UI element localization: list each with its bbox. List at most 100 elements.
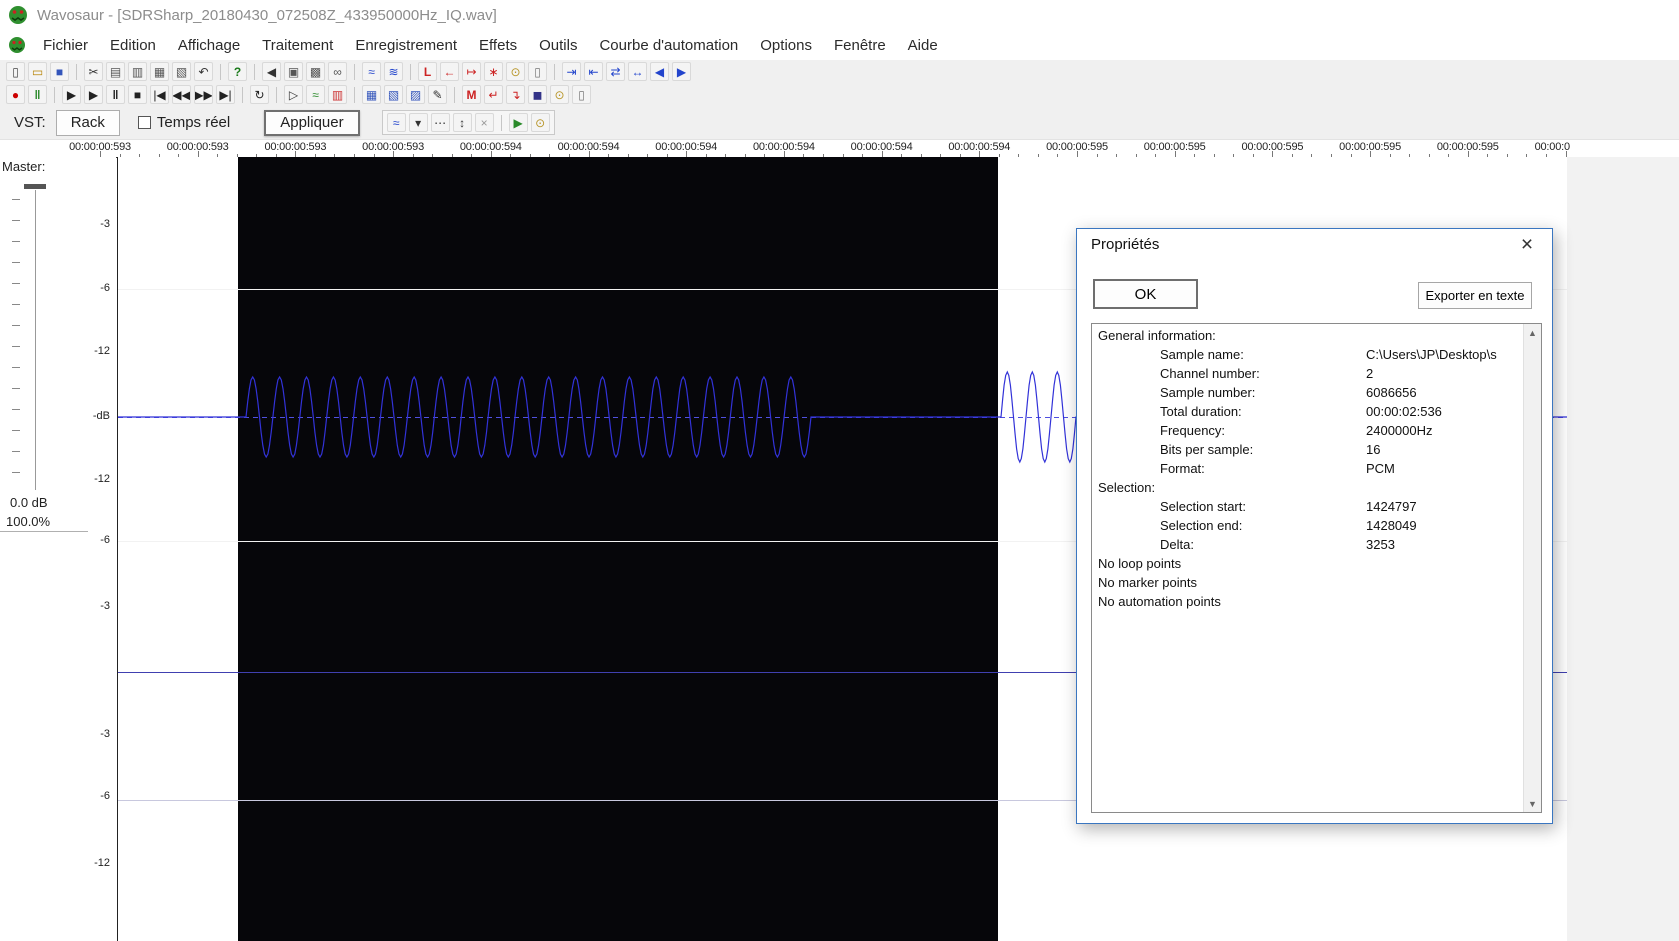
volume-icon[interactable]: ◀ (262, 62, 281, 81)
dialog-title-bar[interactable]: Propriétés × (1077, 229, 1552, 261)
rack-button[interactable]: Rack (55, 109, 120, 136)
statistics-icon[interactable]: ≈ (306, 85, 325, 104)
master-tick (12, 304, 20, 305)
ok-button[interactable]: OK (1093, 279, 1198, 309)
vst-play-icon[interactable]: ▶ (508, 113, 528, 132)
menu-item-options[interactable]: Options (749, 33, 823, 58)
open-file-icon[interactable]: ▭ (28, 62, 47, 81)
menu-item-enregistrement[interactable]: Enregistrement (344, 33, 468, 58)
silence-icon[interactable]: ▦ (362, 85, 381, 104)
stop-icon[interactable]: ■ (128, 85, 147, 104)
new-file-icon[interactable]: ▯ (6, 62, 25, 81)
zoom-out-h-icon[interactable]: ⇤ (584, 62, 603, 81)
vst-lock-icon[interactable]: ⊙ (530, 113, 550, 132)
toolbar-separator (54, 86, 55, 103)
close-vst-icon[interactable]: × (474, 113, 494, 132)
property-label: Selection: (1098, 480, 1156, 495)
properties-row: Bits per sample: 16 (1092, 442, 1541, 461)
zoom-all-icon[interactable]: ↔ (628, 62, 647, 81)
title-bar: Wavosaur - [SDRSharp_20180430_072508Z_43… (0, 0, 1679, 30)
cursor-right-icon[interactable]: ↦ (462, 62, 481, 81)
master-slider-track[interactable] (35, 190, 36, 490)
lock-icon[interactable]: ⊙ (506, 62, 525, 81)
pause-icon[interactable]: ‖ (106, 85, 125, 104)
goto-start-icon[interactable]: |◀ (150, 85, 169, 104)
master-slider-thumb[interactable] (24, 184, 46, 189)
lock2-icon[interactable]: ⊙ (550, 85, 569, 104)
zoom-wave-in-icon[interactable]: ≈ (362, 62, 381, 81)
menu-item-fichier[interactable]: Fichier (32, 33, 99, 58)
menu-items: Fichier Edition Affichage Traitement Enregis… (32, 33, 949, 58)
marker-drop-left-icon[interactable]: ↵ (484, 85, 503, 104)
dialog-scrollbar[interactable]: ▲ ▼ (1523, 324, 1541, 812)
document-system-menu-icon[interactable] (8, 36, 26, 54)
paste-mix-icon[interactable]: ▧ (172, 62, 191, 81)
timeline-ruler[interactable]: 00:00:00:593 00:00:00:593 00:00:00:593 00:0… (0, 140, 1570, 158)
close-icon[interactable]: × (1514, 232, 1540, 258)
menu-item-traitement[interactable]: Traitement (251, 33, 344, 58)
forward-icon[interactable]: ▶▶ (194, 85, 213, 104)
save-file-icon[interactable]: ■ (50, 62, 69, 81)
record-settings-icon[interactable]: ▩ (306, 62, 325, 81)
automation-curve-icon[interactable]: ≈ (386, 113, 406, 132)
delete-icon[interactable]: ▯ (528, 62, 547, 81)
property-label: No automation points (1098, 594, 1221, 609)
view-next-icon[interactable]: ▶ (672, 62, 691, 81)
scroll-down-icon[interactable]: ▼ (1524, 795, 1541, 812)
channels-icon[interactable]: ◼ (528, 85, 547, 104)
loop-start-icon[interactable]: L (418, 62, 437, 81)
marker-icon[interactable]: M (462, 85, 481, 104)
menu-item-effets[interactable]: Effets (468, 33, 528, 58)
audio-device-icon[interactable]: ▣ (284, 62, 303, 81)
record-pause-icon[interactable]: ‖ (28, 85, 47, 104)
help-icon[interactable]: ? (228, 62, 247, 81)
menu-item-aide[interactable]: Aide (897, 33, 949, 58)
menu-item-outils[interactable]: Outils (528, 33, 588, 58)
undo-icon[interactable]: ↶ (194, 62, 213, 81)
master-tick (12, 367, 20, 368)
toolbar-separator (254, 63, 255, 80)
menu-item-edition[interactable]: Edition (99, 33, 167, 58)
scroll-up-icon[interactable]: ▲ (1524, 324, 1541, 341)
menu-item-courbe-d-automation[interactable]: Courbe d'automation (588, 33, 749, 58)
paste-icon[interactable]: ▥ (128, 62, 147, 81)
master-gain-value: 0.0 dB (10, 495, 48, 510)
link-icon[interactable]: ∞ (328, 62, 347, 81)
toolbar-separator (410, 63, 411, 80)
play-cursor-icon[interactable]: ▶ (62, 85, 81, 104)
zoom-selection-icon[interactable]: ⇄ (606, 62, 625, 81)
copy-icon[interactable]: ▤ (106, 62, 125, 81)
more-icon[interactable]: ⋯ (430, 113, 450, 132)
rewind-icon[interactable]: ◀◀ (172, 85, 191, 104)
marker-drop-right-icon[interactable]: ↴ (506, 85, 525, 104)
zoom-wave-out-icon[interactable]: ≋ (384, 62, 403, 81)
menu-item-fen-tre[interactable]: Fenêtre (823, 33, 897, 58)
goto-end-icon[interactable]: ▶| (216, 85, 235, 104)
play-icon[interactable]: ▶ (84, 85, 103, 104)
master-tick (12, 472, 20, 473)
cut-icon[interactable]: ✂ (84, 62, 103, 81)
invert-icon[interactable]: ▨ (406, 85, 425, 104)
loop-icon[interactable]: ↻ (250, 85, 269, 104)
pencil-icon[interactable]: ✎ (428, 85, 447, 104)
cursor-left-icon[interactable]: ← (440, 62, 459, 81)
zoom-in-h-icon[interactable]: ⇥ (562, 62, 581, 81)
record-icon[interactable]: ● (6, 85, 25, 104)
play-file-icon[interactable]: ▷ (284, 85, 303, 104)
resample-icon[interactable]: ▧ (384, 85, 403, 104)
apply-button[interactable]: Appliquer (264, 109, 360, 136)
snap-icon[interactable]: ∗ (484, 62, 503, 81)
export-text-button[interactable]: Exporter en texte (1418, 282, 1532, 309)
paste-insert-icon[interactable]: ▦ (150, 62, 169, 81)
menu-item-affichage[interactable]: Affichage (167, 33, 251, 58)
view-prev-icon[interactable]: ◀ (650, 62, 669, 81)
realtime-checkbox[interactable] (137, 116, 151, 129)
dropdown-icon[interactable]: ▾ (408, 113, 428, 132)
property-value: 1428049 (1366, 518, 1417, 533)
db-scale: -3 -6 -12 -dB -12 -6 -3 -3 -6 -12 (88, 157, 116, 941)
property-value: 16 (1366, 442, 1381, 457)
error-log-icon[interactable]: ▥ (328, 85, 347, 104)
delete2-icon[interactable]: ▯ (572, 85, 591, 104)
resize-icon[interactable]: ↕ (452, 113, 472, 132)
realtime-label: Temps réel (156, 114, 231, 131)
